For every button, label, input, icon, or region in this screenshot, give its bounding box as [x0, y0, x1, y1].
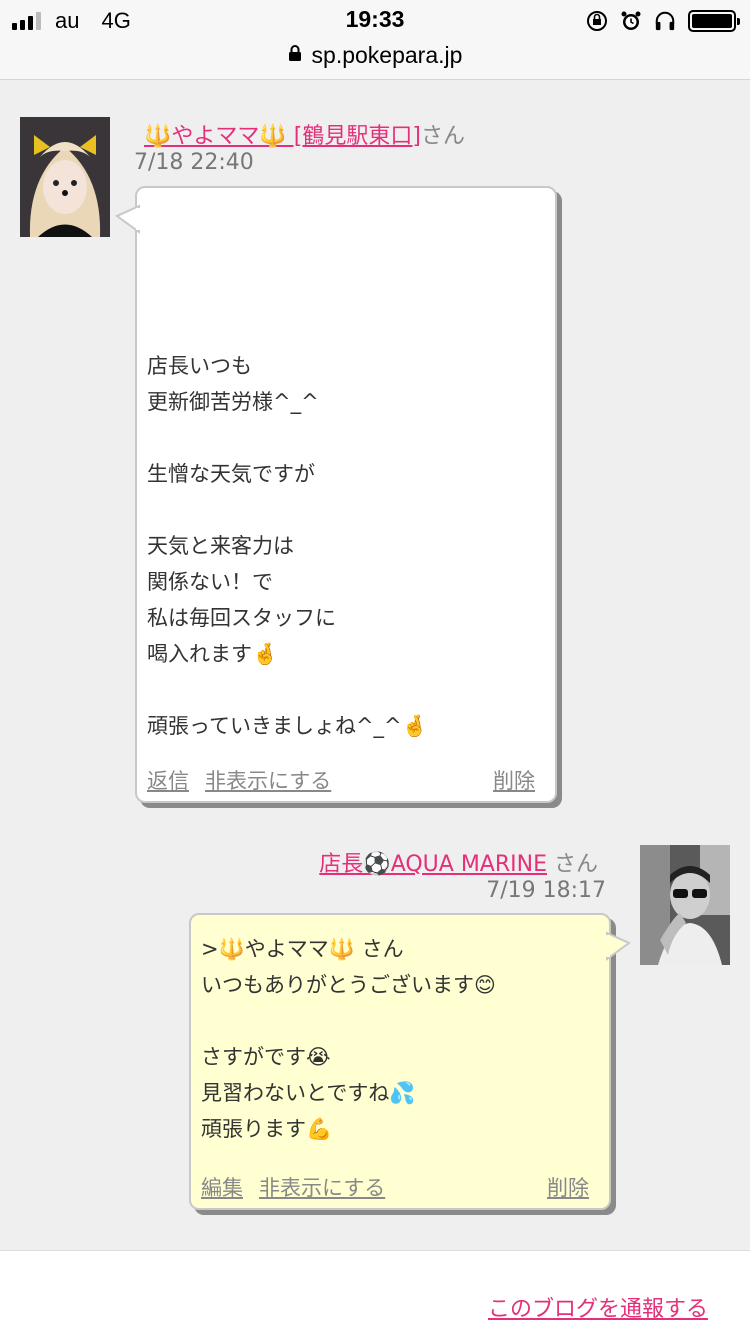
message-line: 関係ない！で: [147, 570, 273, 594]
edit-link[interactable]: 編集: [201, 1170, 243, 1206]
reply-link[interactable]: 返信: [147, 763, 189, 799]
delete-link[interactable]: 削除: [547, 1170, 589, 1206]
message-line: 私は毎回スタッフに: [147, 606, 336, 630]
message-line: [147, 672, 428, 708]
message-line: 天気と来客力は: [147, 534, 294, 558]
message-line: >🔱やよママ🔱 さん: [201, 937, 404, 961]
comment-timestamp: 7/18 22:40: [134, 150, 254, 175]
bubble-tail: [606, 931, 631, 961]
message-line: 店長いつも: [147, 354, 252, 378]
lock-icon: [288, 44, 302, 66]
author-suffix: さん: [420, 124, 465, 149]
message-line: 喝入れます🤞: [147, 642, 279, 666]
message-line: [147, 240, 428, 276]
message-line: 頑張っていきましょね^_^🤞: [147, 714, 428, 738]
delete-link[interactable]: 削除: [493, 763, 535, 799]
message-line: 生憎な天気ですが: [147, 462, 315, 486]
message-line: いつもありがとうございます😊: [201, 973, 496, 997]
message-line: [147, 420, 428, 456]
message-line: [201, 1003, 496, 1039]
author-suffix: さん: [553, 852, 598, 877]
author-link-yayo-mama[interactable]: 🔱やよママ🔱 [鶴見駅東口]: [144, 124, 421, 149]
hide-link[interactable]: 非表示にする: [205, 763, 331, 799]
reply-text: >🔱やよママ🔱 さん いつもありがとうございます😊 さすがです😭 見習わないとで…: [201, 931, 496, 1147]
comment-bubble: 店長いつも 更新御苦労様^_^ 生憎な天気ですが 天気と来客力は 関係ない！で …: [115, 186, 557, 803]
hide-link[interactable]: 非表示にする: [259, 1170, 385, 1206]
comment-timestamp: 7/19 18:17: [486, 878, 606, 903]
avatar-yayo-mama[interactable]: [20, 117, 110, 237]
reply-bubble: >🔱やよママ🔱 さん いつもありがとうございます😊 さすがです😭 見習わないとで…: [189, 913, 631, 1210]
avatar-store-manager[interactable]: [640, 845, 730, 965]
report-blog-link[interactable]: このブログを通報する: [488, 1291, 708, 1323]
message-line: 頑張ります💪: [201, 1117, 333, 1141]
status-right: [586, 8, 740, 34]
url-text: sp.pokepara.jp: [311, 41, 463, 68]
battery-icon: [688, 10, 740, 32]
message-line: [147, 204, 428, 240]
headphones-icon: [654, 10, 676, 32]
footer: このブログを通報する: [0, 1250, 750, 1334]
comment-author-line: 店長⚽AQUA MARINE さん: [319, 846, 598, 878]
rotation-lock-icon: [586, 10, 608, 32]
comment-text: 店長いつも 更新御苦労様^_^ 生憎な天気ですが 天気と来客力は 関係ない！で …: [147, 204, 428, 744]
message-line: 更新御苦労様^_^: [147, 390, 319, 414]
status-bar: au 4G 19:33 sp.pokepara.jp: [0, 0, 750, 80]
alarm-icon: [620, 10, 642, 32]
message-line: [147, 492, 428, 528]
address-bar[interactable]: sp.pokepara.jp: [0, 40, 750, 70]
author-link-store-manager[interactable]: 店長⚽AQUA MARINE: [319, 852, 547, 877]
reply-actions: 編集 非表示にする 削除: [191, 1170, 609, 1202]
comment-author-line: 🔱やよママ🔱 [鶴見駅東口]さん: [144, 118, 465, 150]
message-line: 見習わないとですね💦: [201, 1081, 416, 1105]
bubble-tail: [115, 204, 140, 234]
comment-actions: 返信 非表示にする 削除: [137, 763, 555, 795]
message-line: [147, 312, 428, 348]
message-line: さすがです😭: [201, 1045, 331, 1069]
message-line: [147, 276, 428, 312]
